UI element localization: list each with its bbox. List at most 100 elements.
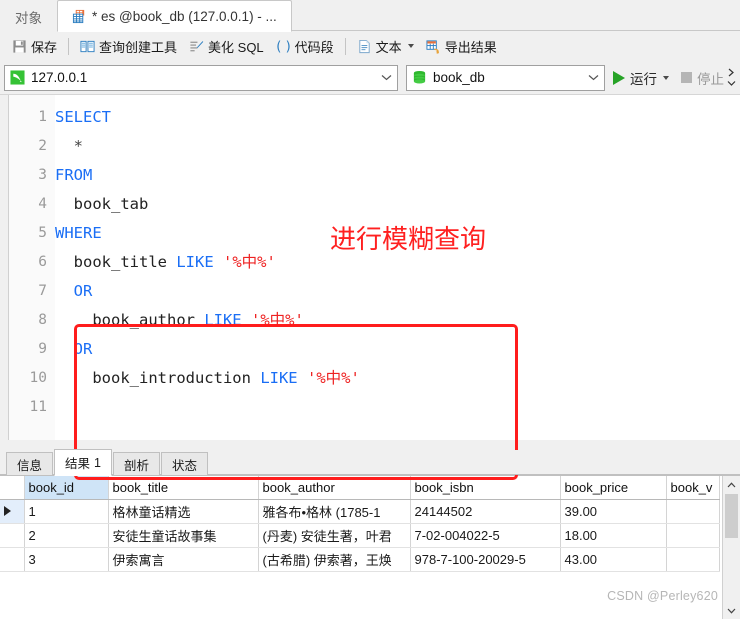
- code-snippet-icon: ( ): [276, 39, 291, 54]
- chevron-down-icon[interactable]: [377, 67, 395, 89]
- beautify-sql-icon: [189, 39, 204, 54]
- export-result-icon: [426, 39, 441, 54]
- toolbar-separator-1: [68, 37, 70, 55]
- stop-button-label: 停止: [697, 71, 724, 87]
- scrollbar-thumb[interactable]: [725, 494, 738, 538]
- sql-line: [55, 393, 740, 422]
- sql-token: OR: [73, 282, 93, 300]
- column-header-book-author[interactable]: book_author: [258, 476, 411, 500]
- column-header-book-id[interactable]: book_id: [24, 476, 109, 500]
- cell-book-price[interactable]: 39.00: [560, 499, 667, 524]
- sql-token: '%中%': [223, 253, 276, 271]
- tab-profile[interactable]: 剖析: [112, 452, 160, 475]
- line-number-gutter: 1 2 3 4 5 6 7 8 9 10 11: [9, 95, 55, 440]
- cell-book-id[interactable]: 3: [24, 547, 109, 572]
- sql-token: OR: [73, 340, 93, 358]
- beautify-sql-button[interactable]: 美化 SQL: [183, 34, 270, 58]
- export-result-label: 导出结果: [444, 39, 497, 55]
- row-selector[interactable]: [0, 499, 25, 524]
- line-number: 8: [38, 312, 47, 328]
- column-header-book-v[interactable]: book_v: [666, 476, 720, 500]
- column-header-book-price[interactable]: book_price: [560, 476, 667, 500]
- chevron-down-icon[interactable]: [584, 67, 602, 89]
- sql-line: OR: [55, 277, 740, 306]
- sql-editor[interactable]: 1 2 3 4 5 6 7 8 9 10 11 SELECT * FROM boo…: [0, 94, 740, 480]
- toolbar-overflow-button[interactable]: [724, 63, 738, 92]
- result-vertical-scrollbar[interactable]: [722, 476, 740, 619]
- sql-token: LIKE: [260, 369, 307, 387]
- table-row[interactable]: 2 安徒生童话故事集 (丹麦) 安徒生著，叶君 7-02-004022-5 18.00: [0, 523, 720, 548]
- tab-objects[interactable]: 对象: [0, 2, 57, 31]
- sql-line: *: [55, 132, 740, 161]
- cell-book-isbn[interactable]: 978-7-100-20029-5: [410, 547, 561, 572]
- beautify-sql-label: 美化 SQL: [208, 39, 264, 55]
- code-snippet-label: 代码段: [294, 39, 334, 55]
- row-selector[interactable]: [0, 523, 25, 548]
- query-builder-button[interactable]: 查询创建工具: [74, 34, 183, 58]
- line-number: 6: [38, 254, 47, 270]
- line-number: 1: [38, 109, 47, 125]
- cell-book-title[interactable]: 伊索寓言: [108, 547, 259, 572]
- table-row[interactable]: 3 伊索寓言 (古希腊) 伊索著，王焕 978-7-100-20029-5 43.00: [0, 547, 720, 572]
- query-builder-label: 查询创建工具: [99, 39, 178, 55]
- result-table[interactable]: book_id book_title book_author book_isbn…: [0, 476, 720, 572]
- stop-button: 停止: [677, 66, 728, 90]
- cell-book-id[interactable]: 1: [24, 499, 109, 524]
- result-tab-bar: 信息 结果 1 剖析 状态: [0, 449, 740, 476]
- line-number: 4: [38, 196, 47, 212]
- row-selector[interactable]: [0, 547, 25, 572]
- sql-line: book_author LIKE '%中%': [55, 306, 740, 335]
- tab-result[interactable]: 结果 1: [54, 449, 112, 476]
- database-icon: [412, 70, 427, 85]
- cell-book-isbn[interactable]: 7-02-004022-5: [410, 523, 561, 548]
- cell-book-v[interactable]: [666, 499, 720, 524]
- connection-select[interactable]: 127.0.0.1: [4, 64, 398, 91]
- table-row[interactable]: 1 格林童话精选 雅各布•格林 (1785-1 24144502 39.00: [0, 499, 720, 524]
- cell-book-author[interactable]: (古希腊) 伊索著，王焕: [258, 547, 411, 572]
- sql-token: *: [73, 137, 84, 155]
- sql-token: WHERE: [55, 224, 102, 242]
- cell-book-price[interactable]: 18.00: [560, 523, 667, 548]
- text-format-label: 文本: [375, 39, 402, 55]
- sql-code-area[interactable]: SELECT * FROM book_tab WHERE book_title LI…: [55, 95, 740, 440]
- chevron-down-icon: [727, 81, 735, 86]
- editor-left-rail: [0, 95, 9, 440]
- line-number: 2: [38, 138, 47, 154]
- cell-book-title[interactable]: 安徒生童话故事集: [108, 523, 259, 548]
- run-button[interactable]: 运行: [605, 66, 672, 90]
- scroll-up-button[interactable]: [723, 476, 740, 493]
- cell-book-v[interactable]: [666, 523, 720, 548]
- text-format-button[interactable]: 文本: [351, 34, 420, 58]
- cell-book-id[interactable]: 2: [24, 523, 109, 548]
- save-button[interactable]: 保存: [6, 34, 63, 58]
- code-snippet-button[interactable]: ( ) 代码段: [270, 34, 340, 58]
- export-result-button[interactable]: 导出结果: [420, 34, 503, 58]
- sql-token: LIKE: [204, 311, 251, 329]
- scroll-down-button[interactable]: [723, 602, 740, 619]
- sql-line: OR: [55, 335, 740, 364]
- cell-book-author[interactable]: 雅各布•格林 (1785-1: [258, 499, 411, 524]
- cell-book-author[interactable]: (丹麦) 安徒生著，叶君: [258, 523, 411, 548]
- sql-token: FROM: [55, 166, 93, 184]
- column-header-book-isbn[interactable]: book_isbn: [410, 476, 561, 500]
- cell-book-v[interactable]: [666, 547, 720, 572]
- sql-line: book_introduction LIKE '%中%': [55, 364, 740, 393]
- line-number: 9: [38, 341, 47, 357]
- tab-status[interactable]: 状态: [161, 452, 209, 475]
- query-builder-icon: [80, 39, 95, 54]
- tab-objects-label: 对象: [15, 10, 42, 26]
- cell-book-price[interactable]: 43.00: [560, 547, 667, 572]
- database-select[interactable]: book_db: [406, 64, 605, 91]
- connection-icon: [10, 70, 25, 85]
- tab-info[interactable]: 信息: [6, 452, 54, 475]
- chevron-down-icon[interactable]: [407, 44, 414, 48]
- play-icon: [613, 70, 625, 85]
- line-number: 3: [38, 167, 47, 183]
- line-number: 7: [38, 283, 47, 299]
- cell-book-isbn[interactable]: 24144502: [410, 499, 561, 524]
- cell-book-title[interactable]: 格林童话精选: [108, 499, 259, 524]
- column-header-book-title[interactable]: book_title: [108, 476, 259, 500]
- chevron-down-icon[interactable]: [663, 75, 669, 80]
- row-header-corner[interactable]: [0, 476, 25, 500]
- tab-query-editor[interactable]: * es @book_db (127.0.0.1) - ...: [57, 0, 292, 32]
